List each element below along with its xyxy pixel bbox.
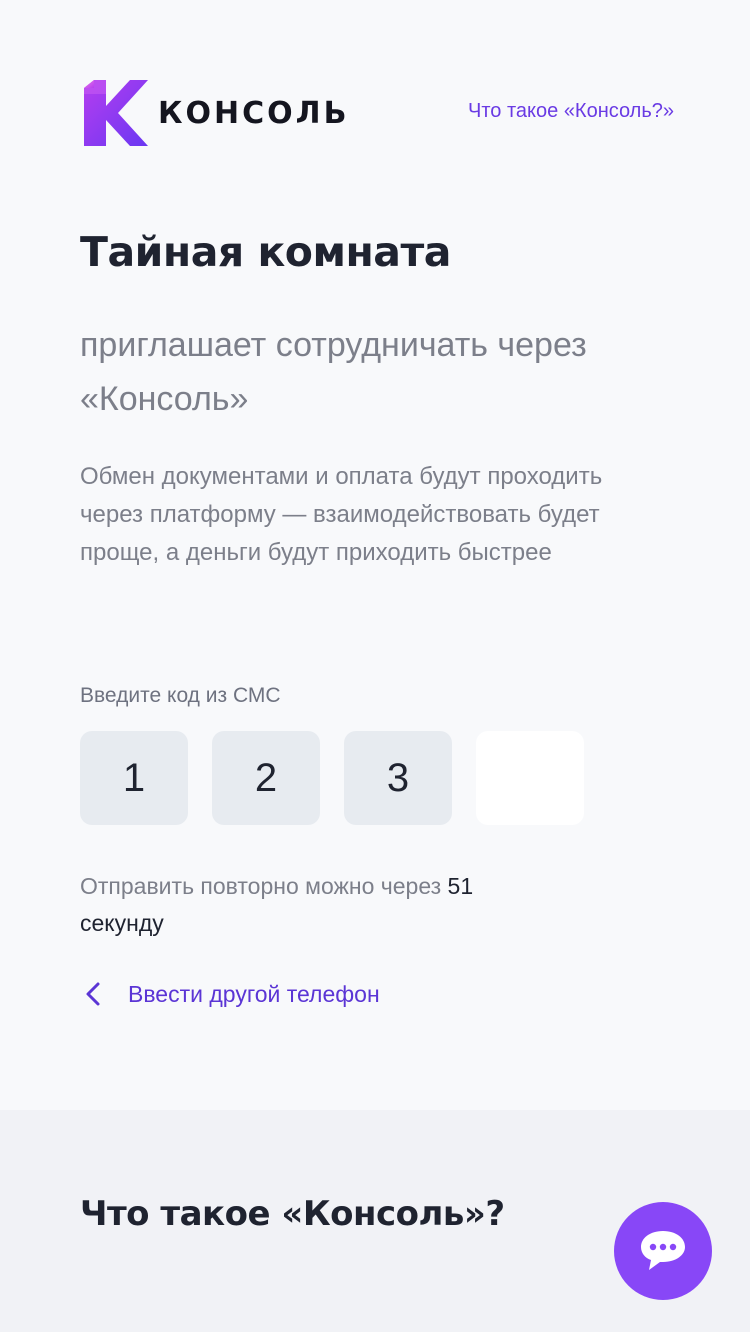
- header: КОНСОЛЬ Что такое «Консоль?»: [84, 78, 674, 148]
- chat-button[interactable]: [614, 1202, 712, 1300]
- section-title: Что такое «Консоль»?: [80, 1194, 505, 1234]
- logo-text: КОНСОЛЬ: [158, 95, 350, 131]
- what-is-konsol-link[interactable]: Что такое «Консоль?»: [468, 100, 674, 123]
- resend-timer: Отправить повторно можно через 51 секунд…: [80, 868, 500, 942]
- sms-code-digit-1[interactable]: 1: [80, 731, 188, 825]
- logo[interactable]: КОНСОЛЬ: [84, 78, 354, 148]
- change-phone-button[interactable]: Ввести другой телефон: [80, 980, 380, 1008]
- change-phone-label: Ввести другой телефон: [128, 980, 380, 1007]
- konsol-logo-icon: [84, 80, 148, 146]
- sms-code-digit-4[interactable]: [476, 731, 584, 825]
- chevron-left-icon: [86, 982, 100, 1006]
- page-title: Тайная комната: [80, 228, 451, 276]
- sms-code-label: Введите код из СМС: [80, 684, 281, 707]
- sms-code-digit-3[interactable]: 3: [344, 731, 452, 825]
- sms-confirmation-page: КОНСОЛЬ Что такое «Консоль?» Тайная комн…: [0, 0, 750, 1332]
- chat-bubble-icon: [641, 1231, 685, 1270]
- sms-code-digit-2[interactable]: 2: [212, 731, 320, 825]
- page-subtitle: приглашает сотрудничать через «Консоль»: [80, 326, 587, 418]
- page-description: Обмен документами и оплата будут проходи…: [80, 463, 603, 566]
- resend-prefix: Отправить повторно можно через: [80, 873, 442, 899]
- sms-code-inputs: 1 2 3: [80, 731, 584, 825]
